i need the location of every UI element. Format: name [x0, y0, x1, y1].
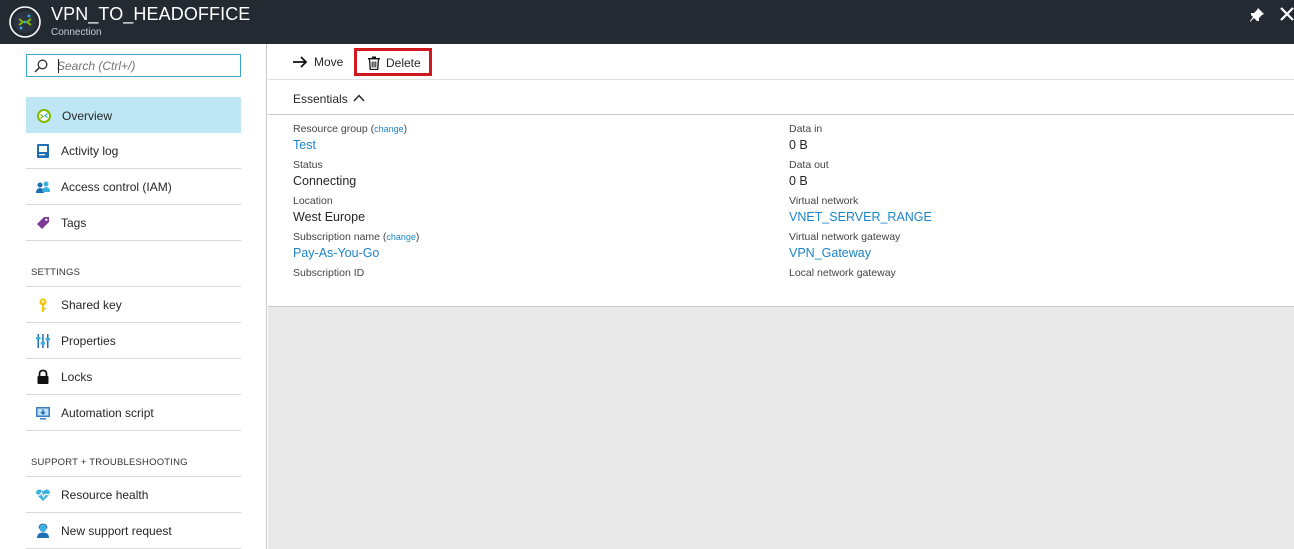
search-box[interactable] [26, 54, 241, 77]
support-section-header: SUPPORT + TROUBLESHOOTING [31, 457, 188, 468]
status-label: Status [293, 159, 323, 171]
data-in-label: Data in [789, 123, 823, 135]
resource-group-link[interactable]: Test [293, 138, 316, 152]
search-input[interactable] [57, 57, 235, 74]
heart-pulse-icon [36, 489, 50, 501]
local-network-gateway-label: Local network gateway [789, 267, 896, 279]
data-out-value: 0 B [789, 174, 808, 188]
nav-item-shared-key[interactable]: Shared key [26, 287, 241, 323]
nav-item-label: Locks [61, 370, 93, 384]
nav-item-new-support-request[interactable]: New support request [26, 513, 241, 549]
delete-button[interactable]: Delete [354, 48, 432, 76]
page-subtitle: Connection [51, 27, 102, 38]
nav-item-resource-health[interactable]: Resource health [26, 477, 241, 513]
nav-item-locks[interactable]: Locks [26, 359, 241, 395]
nav-item-label: Tags [61, 216, 87, 230]
overview-blade: Move Delete Essentials Resource group (c… [268, 44, 1294, 307]
close-icon[interactable] [1279, 5, 1294, 23]
nav-item-properties[interactable]: Properties [26, 323, 241, 359]
delete-button-label: Delete [386, 56, 421, 70]
settings-section-header: SETTINGS [31, 267, 81, 278]
nav-item-label: Resource health [61, 488, 149, 502]
nav-item-access-control[interactable]: Access control (IAM) [26, 169, 241, 205]
change-resource-group-link[interactable]: change [374, 124, 404, 134]
text-caret [58, 59, 59, 73]
data-out-label: Data out [789, 159, 829, 171]
main-content: Move Delete Essentials Resource group (c… [268, 44, 1294, 549]
virtual-network-gateway-label: Virtual network gateway [789, 231, 901, 243]
command-bar: Move Delete [268, 44, 1294, 80]
iam-users-icon [36, 181, 50, 193]
subscription-name-link[interactable]: Pay-As-You-Go [293, 246, 379, 260]
arrow-right-icon [293, 56, 308, 68]
lock-icon [37, 369, 49, 384]
nav-item-label: New support request [61, 524, 172, 538]
move-button[interactable]: Move [292, 48, 348, 76]
virtual-network-link[interactable]: VNET_SERVER_RANGE [789, 210, 932, 224]
automation-script-icon [36, 407, 50, 420]
properties-sliders-icon [36, 334, 50, 348]
nav-item-label: Access control (IAM) [61, 180, 172, 194]
pin-icon[interactable] [1249, 7, 1265, 23]
nav-item-activity-log[interactable]: Activity log [26, 133, 241, 169]
nav-item-label: Overview [62, 109, 113, 123]
chevron-up-icon[interactable] [353, 93, 365, 103]
connection-icon [37, 109, 51, 123]
tag-icon [37, 217, 49, 229]
subscription-id-label: Subscription ID [293, 267, 365, 279]
change-subscription-link[interactable]: change [386, 232, 416, 242]
location-value: West Europe [293, 210, 366, 224]
nav-item-tags[interactable]: Tags [26, 205, 241, 241]
nav-item-label: Properties [61, 334, 116, 348]
search-icon [34, 59, 48, 73]
vpn-connection-icon [9, 6, 41, 38]
activity-log-icon [37, 144, 49, 158]
subscription-name-label: Subscription name (change) [293, 231, 420, 243]
nav-item-label: Shared key [61, 298, 122, 312]
virtual-network-label: Virtual network [789, 195, 859, 207]
essentials-label: Essentials [293, 92, 348, 106]
nav-item-automation-script[interactable]: Automation script [26, 395, 241, 431]
move-button-label: Move [314, 55, 344, 69]
essentials-header[interactable]: Essentials [268, 81, 1294, 115]
virtual-network-gateway-link[interactable]: VPN_Gateway [789, 246, 871, 260]
nav-item-overview[interactable]: Overview [26, 97, 241, 133]
resource-group-label: Resource group (change) [293, 123, 408, 135]
title-bar: VPN_TO_HEADOFFICE Connection [0, 0, 1294, 44]
left-nav: Overview Activity log Access control (IA… [0, 44, 267, 549]
location-label: Location [293, 195, 333, 207]
trash-icon [368, 56, 380, 70]
page-title: VPN_TO_HEADOFFICE [51, 4, 251, 24]
key-icon [39, 298, 47, 312]
status-value: Connecting [293, 174, 357, 188]
nav-item-label: Automation script [61, 406, 154, 420]
nav-item-label: Activity log [61, 144, 119, 158]
data-in-value: 0 B [789, 138, 808, 152]
support-person-icon [37, 523, 49, 538]
